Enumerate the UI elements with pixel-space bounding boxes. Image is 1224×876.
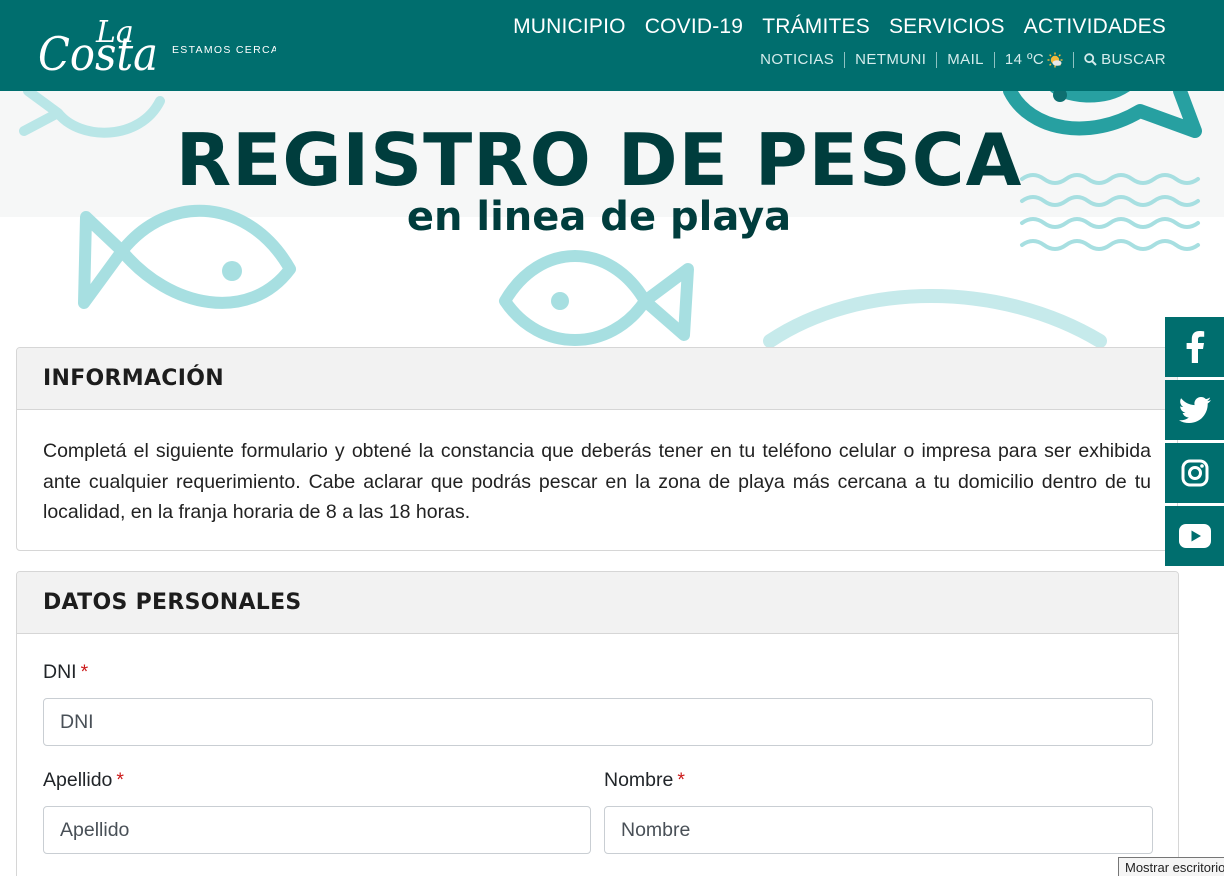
hero-banner: REGISTRO DE PESCA en linea de playa [0,91,1224,347]
search-icon [1084,53,1097,66]
personal-data-card-header: DATOS PERSONALES [17,572,1178,634]
personal-data-card: DATOS PERSONALES DNI* Apellido* Nombre* [16,571,1179,876]
site-logo[interactable]: La Costa ESTAMOS CERCA [36,8,276,82]
twitter-button[interactable] [1165,380,1224,440]
facebook-button[interactable] [1165,317,1224,377]
menu-divider [844,51,846,68]
apellido-input[interactable] [43,806,591,854]
instagram-icon [1181,459,1208,487]
twitter-icon [1178,397,1211,423]
nav-noticias-link[interactable]: NOTICIAS [760,51,834,68]
search-button[interactable]: BUSCAR [1084,51,1166,68]
page-title: REGISTRO DE PESCA [175,118,1023,202]
dni-label-text: DNI [43,661,77,683]
nav-mail-link[interactable]: MAIL [947,51,984,68]
main-menu: MUNICIPIO COVID-19 TRÁMITES SERVICIOS AC… [513,15,1166,39]
menu-divider [936,51,938,68]
information-text: Completá el siguiente formulario y obten… [43,440,1151,523]
personal-data-heading: DATOS PERSONALES [43,590,302,615]
menu-divider [993,51,995,68]
dni-label: DNI * [43,661,88,684]
youtube-button[interactable] [1165,506,1224,566]
partly-cloudy-icon [1047,52,1063,68]
menu-divider [1073,51,1075,68]
weather-widget: 14 ºC [1005,51,1063,68]
youtube-icon [1178,524,1211,548]
nav-actividades-link[interactable]: ACTIVIDADES [1024,15,1166,39]
required-asterisk: * [677,769,685,791]
apellido-label-text: Apellido [43,769,113,791]
social-sidebar [1165,317,1224,569]
apellido-label: Apellido * [43,769,124,792]
nombre-label: Nombre * [604,769,685,792]
nav-covid-link[interactable]: COVID-19 [645,15,743,39]
secondary-menu: NOTICIAS NETMUNI MAIL 14 ºC BUSCAR [760,51,1166,68]
instagram-button[interactable] [1165,443,1224,503]
show-desktop-tooltip: Mostrar escritorio [1118,857,1224,876]
facebook-icon [1186,331,1204,363]
dni-input[interactable] [43,698,1153,746]
nombre-input[interactable] [604,806,1153,854]
weather-temperature: 14 ºC [1004,51,1045,68]
nav-servicios-link[interactable]: SERVICIOS [889,15,1005,39]
logo-tagline: ESTAMOS CERCA [172,44,276,56]
logo-costa-text: Costa [38,27,158,81]
information-card-header: INFORMACIÓN [17,348,1177,410]
search-label: BUSCAR [1101,51,1166,68]
page-subtitle: en linea de playa [406,194,792,240]
required-asterisk: * [116,769,124,791]
nav-netmuni-link[interactable]: NETMUNI [855,51,926,68]
nav-tramites-link[interactable]: TRÁMITES [762,15,870,39]
required-asterisk: * [80,661,89,683]
nombre-label-text: Nombre [604,769,674,791]
nav-municipio-link[interactable]: MUNICIPIO [513,15,626,39]
information-card: INFORMACIÓN Completá el siguiente formul… [16,347,1178,551]
information-heading: INFORMACIÓN [43,366,224,391]
top-navigation-bar: La Costa ESTAMOS CERCA MUNICIPIO COVID-1… [0,0,1224,91]
